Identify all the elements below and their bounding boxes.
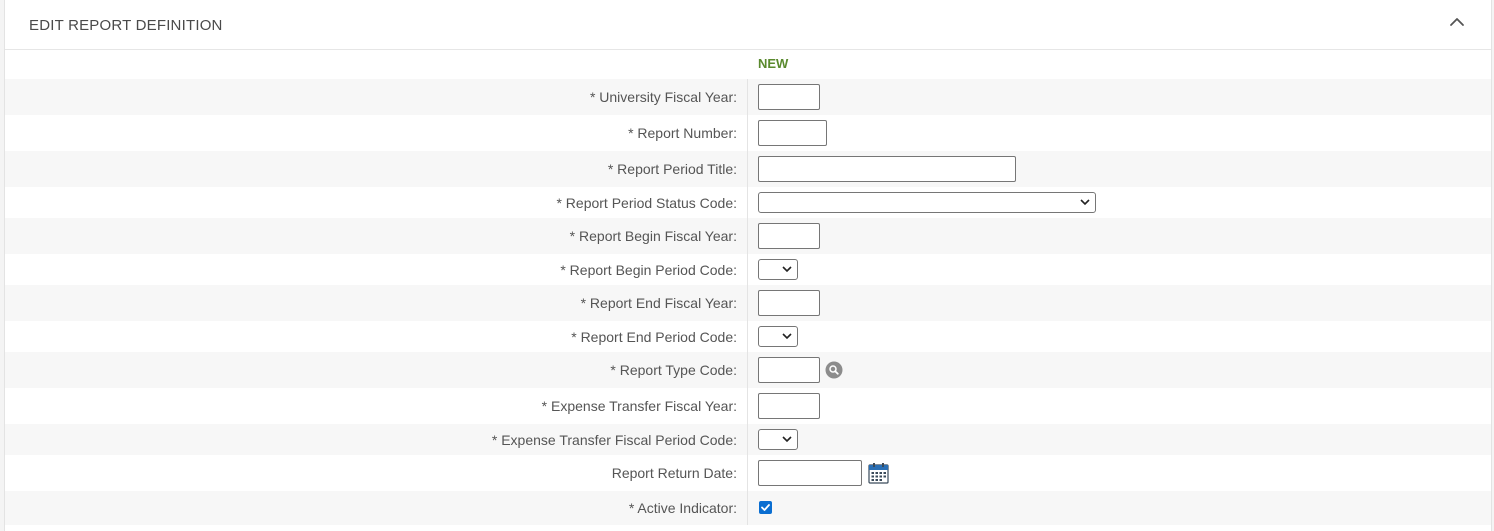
report-number-input[interactable]: [758, 120, 827, 146]
row-report-begin-fiscal-year: * Report Begin Fiscal Year:: [5, 218, 1491, 254]
column-divider: [747, 79, 748, 525]
row-active-indicator: * Active Indicator:: [5, 491, 1491, 525]
report-type-code-label: * Report Type Code:: [610, 362, 737, 378]
collapse-button[interactable]: [1447, 12, 1467, 32]
report-end-fiscal-year-input[interactable]: [758, 290, 820, 316]
row-report-return-date: Report Return Date:: [5, 455, 1491, 491]
report-begin-fiscal-year-input[interactable]: [758, 223, 820, 249]
row-report-number: * Report Number:: [5, 115, 1491, 151]
university-fiscal-year-label: * University Fiscal Year:: [589, 89, 737, 105]
chevron-down-icon: [782, 266, 792, 273]
report-period-status-code-label: * Report Period Status Code:: [556, 195, 737, 211]
report-begin-period-code-select[interactable]: [758, 259, 798, 280]
row-report-end-period-code: * Report End Period Code:: [5, 321, 1491, 352]
report-period-title-label: * Report Period Title:: [607, 161, 737, 177]
expense-transfer-fiscal-year-label: * Expense Transfer Fiscal Year:: [541, 398, 737, 414]
new-column-label: NEW: [758, 56, 789, 71]
edit-report-definition-panel: EDIT REPORT DEFINITION NEW * University …: [4, 0, 1492, 531]
report-end-period-code-label: * Report End Period Code:: [571, 329, 737, 345]
row-report-period-status-code: * Report Period Status Code:: [5, 187, 1491, 218]
row-report-type-code: * Report Type Code:: [5, 352, 1491, 388]
report-return-date-input[interactable]: [758, 460, 862, 486]
report-return-date-label: Report Return Date:: [611, 465, 737, 481]
report-number-label: * Report Number:: [628, 125, 737, 141]
university-fiscal-year-input[interactable]: [758, 84, 820, 110]
panel-title: EDIT REPORT DEFINITION: [29, 17, 223, 34]
chevron-up-icon: [1450, 18, 1464, 26]
report-period-title-input[interactable]: [758, 156, 1016, 182]
panel-header: EDIT REPORT DEFINITION: [5, 0, 1491, 50]
expense-transfer-fiscal-period-code-select[interactable]: [758, 429, 798, 450]
row-report-begin-period-code: * Report Begin Period Code:: [5, 254, 1491, 285]
expense-transfer-fiscal-year-input[interactable]: [758, 393, 820, 419]
row-expense-transfer-fiscal-year: * Expense Transfer Fiscal Year:: [5, 388, 1491, 424]
checkmark-icon: [761, 504, 770, 511]
report-end-fiscal-year-label: * Report End Fiscal Year:: [580, 295, 737, 311]
active-indicator-checkbox[interactable]: [759, 501, 772, 514]
chevron-down-icon: [782, 436, 792, 443]
expense-transfer-fiscal-period-code-label: * Expense Transfer Fiscal Period Code:: [491, 432, 737, 448]
search-icon: [825, 361, 843, 379]
row-expense-transfer-fiscal-period-code: * Expense Transfer Fiscal Period Code:: [5, 424, 1491, 455]
report-begin-fiscal-year-label: * Report Begin Fiscal Year:: [569, 228, 737, 244]
report-end-period-code-select[interactable]: [758, 326, 798, 347]
report-type-code-lookup-button[interactable]: [825, 361, 843, 379]
report-return-date-calendar-button[interactable]: [868, 462, 889, 484]
row-report-period-title: * Report Period Title:: [5, 151, 1491, 187]
report-type-code-input[interactable]: [758, 357, 820, 383]
chevron-down-icon: [782, 333, 792, 340]
row-university-fiscal-year: * University Fiscal Year:: [5, 79, 1491, 115]
calendar-icon: [868, 463, 889, 484]
chevron-down-icon: [1080, 199, 1090, 206]
report-period-status-code-select[interactable]: [758, 192, 1096, 213]
row-report-end-fiscal-year: * Report End Fiscal Year:: [5, 285, 1491, 321]
report-begin-period-code-label: * Report Begin Period Code:: [560, 262, 737, 278]
active-indicator-label: * Active Indicator:: [628, 500, 737, 516]
